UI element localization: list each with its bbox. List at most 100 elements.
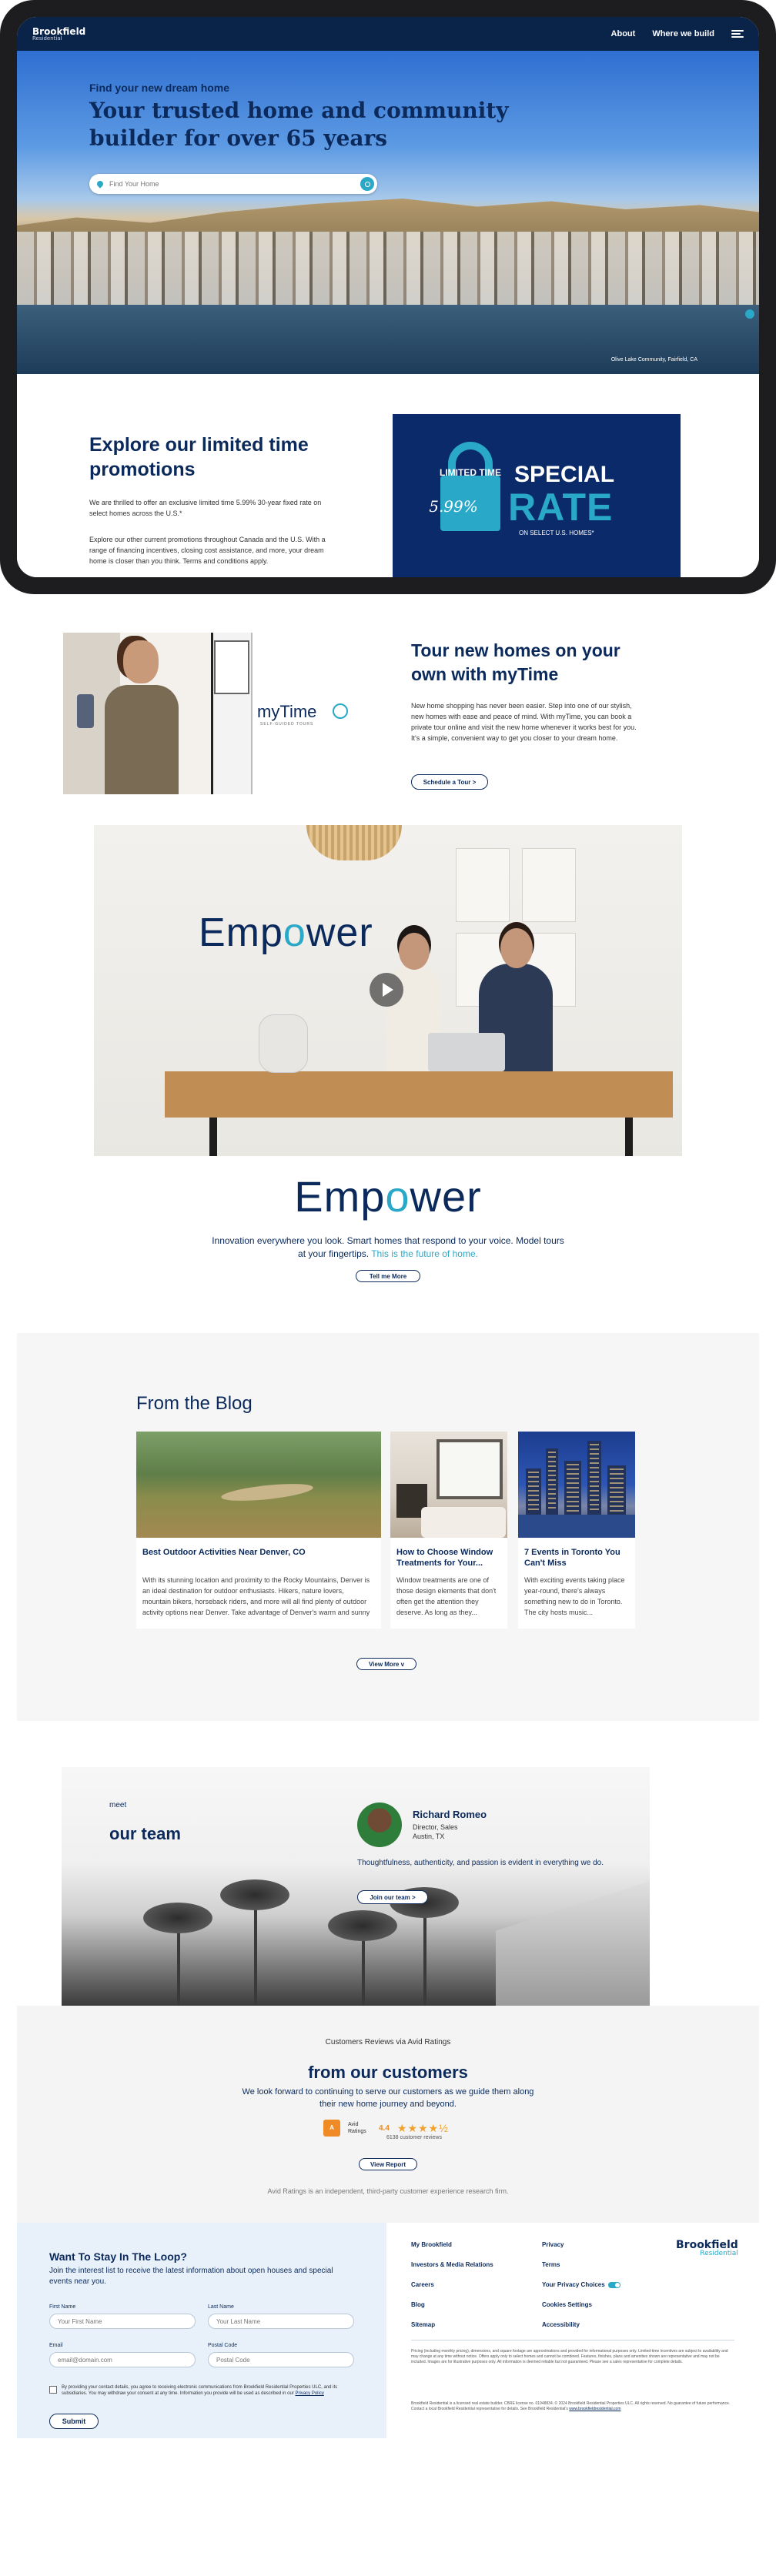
footer-legal-1: Pricing (including monthly pricing), dim…	[411, 2349, 728, 2364]
email-field[interactable]	[49, 2352, 196, 2367]
hero-community-image	[17, 232, 759, 309]
home-search-bar	[89, 174, 377, 194]
footer-link-blog[interactable]: Blog	[411, 2301, 425, 2308]
logo-line-1: Brookfield	[32, 25, 86, 37]
nav-where-we-build[interactable]: Where we build	[652, 29, 714, 38]
footer-logo-line-1: Brookfield	[676, 2239, 738, 2251]
empower-line-2: at your fingertips.	[298, 1248, 372, 1259]
avid-rating-badge: A Avid Ratings 4.4 ★★★★½	[323, 2120, 449, 2137]
footer-link-terms[interactable]: Terms	[542, 2261, 560, 2268]
rate-value: 5.99%	[429, 497, 478, 516]
avid-name: Avid Ratings	[348, 2122, 366, 2134]
hamburger-menu-icon[interactable]	[731, 30, 744, 38]
avatar	[357, 1803, 402, 1847]
blog-card[interactable]: 7 Events in Toronto You Can't Miss With …	[518, 1432, 635, 1629]
mytime-logo: myTime SELF-GUIDED TOURS	[257, 702, 316, 727]
empower-highlight: This is the future of home.	[371, 1248, 478, 1259]
empower-video-title: Empower	[199, 910, 373, 955]
consent-text: By providing your contact details, you a…	[62, 2385, 338, 2396]
submit-button[interactable]: Submit	[49, 2414, 99, 2429]
consent-checkbox[interactable]	[49, 2386, 57, 2394]
mytime-logo-text: myTime	[257, 702, 317, 721]
scroll-arrow-icon[interactable]	[745, 309, 754, 319]
empower-text: Innovation everywhere you look. Smart ho…	[0, 1235, 776, 1261]
empower-video[interactable]: Empower	[94, 825, 682, 1156]
view-report-button[interactable]: View Report	[359, 2158, 417, 2170]
blog-card-title[interactable]: 7 Events in Toronto You Can't Miss	[524, 1547, 630, 1569]
view-more-button[interactable]: View More v	[356, 1658, 416, 1670]
blog-image-living-room	[390, 1432, 507, 1538]
hero-heading: Find your new dream home Your trusted ho…	[89, 82, 520, 152]
last-name-label: Last Name	[208, 2304, 234, 2310]
clock-icon	[333, 703, 348, 719]
privacy-toggle-icon	[607, 2281, 620, 2288]
schedule-tour-button[interactable]: Schedule a Tour >	[411, 774, 488, 790]
signup-text: Join the interest list to receive the la…	[49, 2267, 333, 2286]
dining-table	[165, 1071, 673, 1118]
building-image	[496, 1881, 650, 2006]
review-count: 6138 customer reviews	[386, 2135, 442, 2140]
search-button[interactable]	[360, 177, 374, 191]
footer-link-sitemap[interactable]: Sitemap	[411, 2321, 435, 2328]
mytime-logo-tag: SELF-GUIDED TOURS	[260, 722, 314, 727]
avid-logo-icon: A	[323, 2120, 340, 2137]
hero-lake	[17, 305, 759, 374]
promotions-title: Explore our limited time promotions	[89, 434, 309, 480]
promotions-text-2: Explore our other current promotions thr…	[89, 536, 326, 565]
brookfield-logo[interactable]: Brookfield Residential	[32, 27, 85, 42]
blog-card-text: Window treatments are one of those desig…	[396, 1576, 497, 1616]
team-member-role: Director, Sales Austin, TX	[413, 1823, 458, 1841]
mytime-image: myTime SELF-GUIDED TOURS	[63, 633, 348, 794]
reviews-text-2: their new home journey and beyond.	[319, 2100, 457, 2109]
reviews-section: Customers Reviews via Avid Ratings from …	[17, 2006, 759, 2223]
footer-link-privacy-choices[interactable]: Your Privacy Choices	[542, 2281, 620, 2288]
mytime-title: Tour new homes on your own with myTime	[411, 640, 620, 684]
special-label: SPECIAL	[514, 462, 615, 487]
join-team-button[interactable]: Join our team >	[357, 1890, 428, 1904]
site-header: Brookfield Residential About Where we bu…	[17, 17, 759, 51]
team-section: meet our team Richard Romeo Director, Sa…	[62, 1767, 650, 2006]
blog-card-text: With exciting events taking place year-r…	[524, 1576, 625, 1616]
reviews-footnote: Avid Ratings is an independent, third-pa…	[267, 2187, 509, 2195]
nav-about[interactable]: About	[611, 29, 636, 38]
footer-link-cookies[interactable]: Cookies Settings	[542, 2301, 592, 2308]
newsletter-signup: Want To Stay In The Loop? Join the inter…	[17, 2223, 386, 2438]
blog-card-text: With its stunning location and proximity…	[142, 1576, 370, 1616]
blog-card-title[interactable]: Best Outdoor Activities Near Denver, CO	[142, 1547, 373, 1558]
hero-subtitle: Find your new dream home	[89, 82, 230, 94]
main-nav: About Where we build	[611, 29, 744, 38]
reviews-title: from our customers	[308, 2063, 468, 2082]
empower-line-1: Innovation everywhere you look. Smart ho…	[212, 1235, 564, 1246]
hero-title: Your trusted home and community builder …	[89, 98, 509, 151]
footer-link-careers[interactable]: Careers	[411, 2281, 434, 2288]
privacy-policy-link[interactable]: Privacy Policy	[296, 2391, 324, 2396]
email-label: Email	[49, 2343, 63, 2348]
footer-legal-2: Brookfield Residential is a licensed rea…	[411, 2401, 731, 2411]
footer-logo[interactable]: Brookfield Residential	[676, 2240, 738, 2257]
last-name-field[interactable]	[208, 2314, 354, 2329]
footer-logo-line-2: Residential	[700, 2250, 738, 2257]
blog-card[interactable]: How to Choose Window Treatments for Your…	[390, 1432, 507, 1629]
woman-photo	[94, 640, 186, 794]
hero-section: Find your new dream home Your trusted ho…	[17, 51, 759, 374]
special-rate-banner[interactable]: LIMITED TIME 5.99% SPECIAL RATE ON SELEC…	[393, 414, 681, 577]
footer-website-link[interactable]: www.brookfieldresidential.com	[569, 2407, 620, 2411]
play-icon[interactable]	[370, 973, 403, 1007]
logo-line-2: Residential	[32, 35, 62, 42]
team-quote: Thoughtfulness, authenticity, and passio…	[357, 1859, 604, 1867]
rating-stars-icon: ★★★★½	[396, 2121, 449, 2134]
home-search-input[interactable]	[109, 180, 360, 188]
blog-card[interactable]: Best Outdoor Activities Near Denver, CO …	[136, 1432, 381, 1629]
blog-card-title[interactable]: How to Choose Window Treatments for Your…	[396, 1547, 503, 1569]
postal-code-field[interactable]	[208, 2352, 354, 2367]
promotions-text-1: We are thrilled to offer an exclusive li…	[89, 499, 322, 517]
location-pin-icon	[95, 179, 105, 189]
footer-link-my-brookfield[interactable]: My Brookfield	[411, 2241, 452, 2248]
footer-link-accessibility[interactable]: Accessibility	[542, 2321, 580, 2328]
meet-label: meet	[109, 1801, 127, 1809]
footer-link-privacy[interactable]: Privacy	[542, 2241, 564, 2248]
footer-link-investors[interactable]: Investors & Media Relations	[411, 2261, 493, 2268]
first-name-field[interactable]	[49, 2314, 196, 2329]
tablet-screen: Brookfield Residential About Where we bu…	[17, 17, 759, 577]
tell-me-more-button[interactable]: Tell me More	[356, 1270, 420, 1282]
